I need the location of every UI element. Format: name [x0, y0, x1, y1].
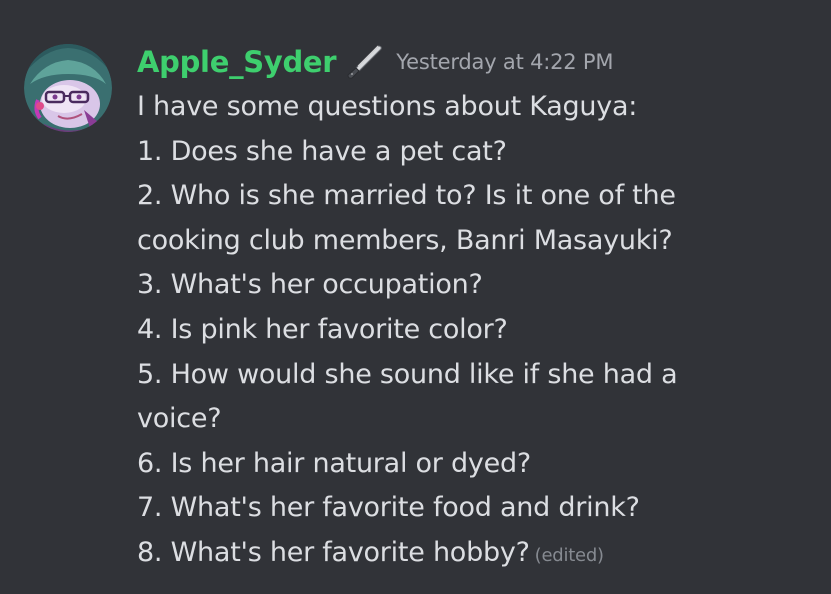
edited-label: (edited) — [534, 544, 604, 566]
message-line-text: 8. What's her favorite hobby? — [137, 536, 530, 568]
message-content: Apple_Syder Yesterday at 4:22 PM I have … — [137, 40, 821, 579]
message-line: cooking club members, Banri Masayuki? — [137, 224, 673, 256]
message-line: 6. Is her hair natural or dyed? — [137, 447, 531, 479]
message-line: 7. What's her favorite food and drink? — [137, 492, 640, 524]
message-line: 3. What's her occupation? — [137, 269, 483, 301]
username[interactable]: Apple_Syder — [137, 45, 337, 79]
message-header: Apple_Syder Yesterday at 4:22 PM — [137, 40, 821, 84]
avatar-image — [24, 44, 112, 132]
message-line: voice? — [137, 403, 222, 435]
message-body: I have some questions about Kaguya: 1. D… — [137, 85, 821, 579]
message-line: I have some questions about Kaguya: — [137, 91, 638, 122]
chat-message: Apple_Syder Yesterday at 4:22 PM I have … — [0, 0, 831, 594]
message-line-last: 8. What's her favorite hobby? (edited) — [137, 531, 821, 579]
knife-icon[interactable] — [344, 42, 384, 82]
avatar[interactable] — [24, 44, 112, 132]
message-line: 5. How would she sound like if she had a — [137, 358, 678, 390]
timestamp: Yesterday at 4:22 PM — [396, 50, 614, 74]
message-line: 1. Does she have a pet cat? — [137, 135, 507, 167]
message-line: 2. Who is she married to? Is it one of t… — [137, 180, 676, 212]
message-line: 4. Is pink her favorite color? — [137, 313, 508, 345]
